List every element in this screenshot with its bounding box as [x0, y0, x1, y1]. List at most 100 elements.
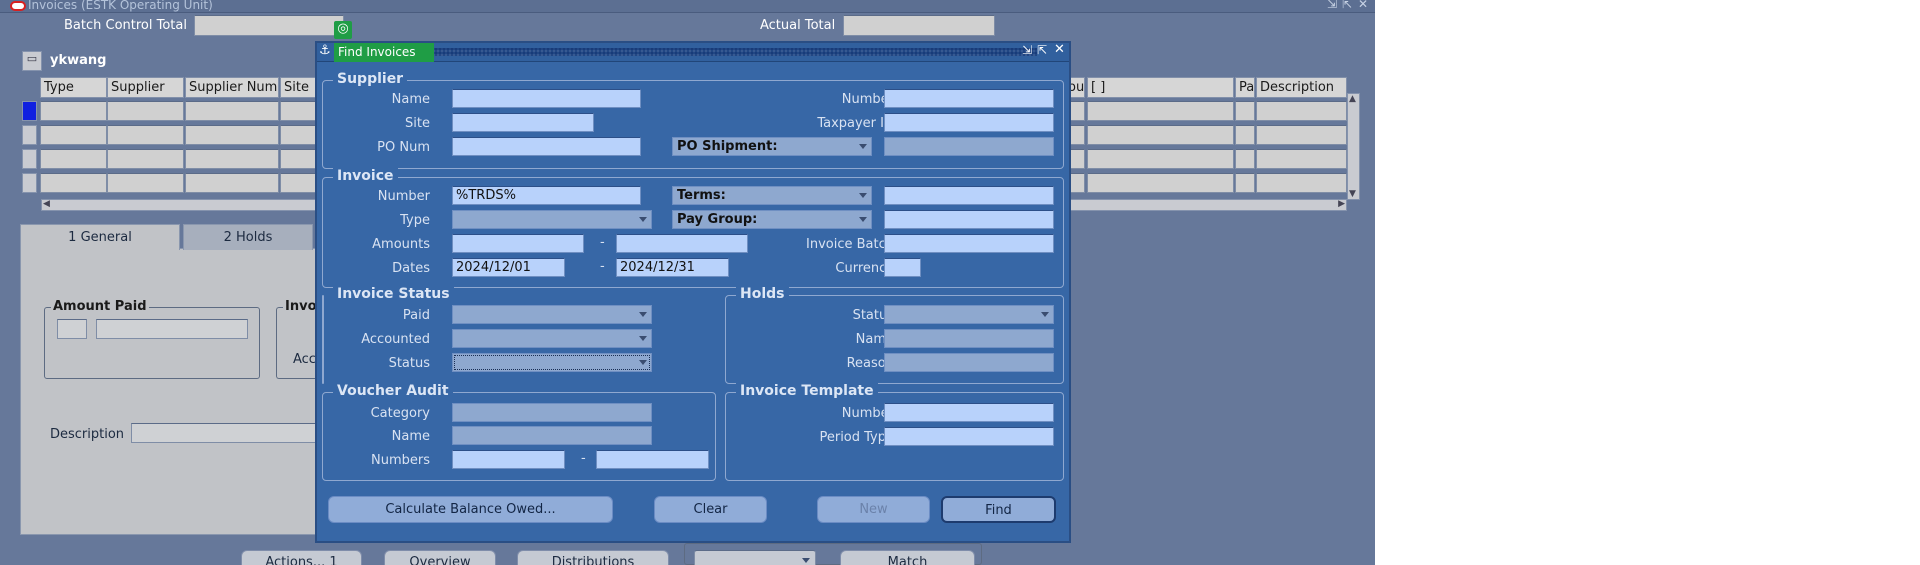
date-from-field[interactable]: 2024/12/01	[452, 258, 565, 277]
row-selector[interactable]	[22, 125, 37, 145]
tab-holds[interactable]: 2 Holds	[183, 224, 313, 250]
period-type-field[interactable]	[884, 427, 1054, 446]
table-cell[interactable]	[107, 101, 184, 121]
dialog-titlebar[interactable]: ⚓ Find Invoices ⇲ ⇱ ✕	[317, 42, 1069, 62]
table-cell[interactable]	[1087, 125, 1234, 145]
table-cell[interactable]	[1256, 101, 1347, 121]
maximize-icon[interactable]: ⇱	[1342, 0, 1352, 11]
folder-icon[interactable]: ▭	[22, 51, 42, 71]
dialog-maximize-icon[interactable]: ⇱	[1037, 43, 1047, 57]
holds-name-field[interactable]	[884, 329, 1054, 348]
invoice-template-group-title: Invoice Template	[736, 383, 878, 399]
table-cell[interactable]	[185, 173, 279, 193]
supplier-name-field[interactable]	[452, 89, 641, 108]
tab-general[interactable]: 1 General	[20, 224, 180, 250]
table-cell[interactable]	[1256, 173, 1347, 193]
amount-from-field[interactable]	[452, 234, 584, 253]
invoice-status-select[interactable]	[452, 353, 652, 372]
table-cell[interactable]	[1235, 173, 1255, 193]
table-cell[interactable]	[40, 173, 107, 193]
match-button[interactable]: Match	[840, 550, 975, 565]
terms-field[interactable]	[884, 186, 1054, 205]
accounted-select[interactable]	[452, 329, 652, 348]
table-cell[interactable]	[107, 173, 184, 193]
amount-paid-currency[interactable]	[57, 319, 87, 339]
actions-button[interactable]: Actions... 1	[241, 550, 362, 565]
amount-paid-field[interactable]	[96, 319, 248, 339]
currency-field[interactable]	[884, 258, 921, 277]
calculate-balance-button[interactable]: Calculate Balance Owed...	[328, 496, 613, 523]
table-cell[interactable]	[280, 101, 316, 121]
pay-group-select[interactable]: Pay Group:	[672, 210, 872, 229]
chevron-down-icon	[859, 193, 867, 198]
taxpayer-id-field[interactable]	[884, 113, 1054, 132]
supplier-site-field[interactable]	[452, 113, 594, 132]
table-cell[interactable]	[1256, 149, 1347, 169]
find-invoices-dialog: ⚓ Find Invoices ⇲ ⇱ ✕ ◎ Supplier Name Si…	[315, 21, 1071, 543]
table-cell[interactable]	[280, 149, 316, 169]
vertical-scrollbar[interactable]: ▲ ▼	[1347, 93, 1360, 200]
paid-select[interactable]	[452, 305, 652, 324]
terms-select[interactable]: Terms:	[672, 186, 872, 205]
match-select[interactable]	[694, 550, 816, 565]
po-num-field[interactable]	[452, 137, 641, 156]
scroll-right-icon[interactable]: ▶	[1338, 199, 1345, 209]
row-selector[interactable]	[22, 149, 37, 169]
batch-control-total-field[interactable]	[194, 15, 344, 36]
numbers-to-field[interactable]	[596, 450, 709, 469]
amount-to-field[interactable]	[616, 234, 748, 253]
row-selector[interactable]	[22, 173, 37, 193]
numbers-from-field[interactable]	[452, 450, 565, 469]
table-cell[interactable]	[280, 173, 316, 193]
pay-group-field[interactable]	[884, 210, 1054, 229]
clear-button[interactable]: Clear	[654, 496, 767, 523]
table-cell[interactable]	[185, 101, 279, 121]
invoice-type-select[interactable]	[452, 210, 652, 229]
minimize-icon[interactable]: ⇲	[1327, 0, 1337, 11]
supplier-number-field[interactable]	[884, 89, 1054, 108]
table-cell[interactable]	[280, 125, 316, 145]
holds-name-label: Name	[855, 332, 894, 347]
invoice-batch-field[interactable]	[884, 234, 1054, 253]
overview-button[interactable]: Overview	[384, 550, 496, 565]
table-cell[interactable]	[1235, 101, 1255, 121]
table-cell[interactable]	[1256, 125, 1347, 145]
table-cell[interactable]	[1087, 173, 1234, 193]
holds-status-select[interactable]	[884, 305, 1054, 324]
dates-label: Dates	[392, 261, 430, 276]
actual-total-field[interactable]	[843, 15, 995, 36]
table-cell[interactable]	[40, 101, 107, 121]
close-icon[interactable]: ✕	[1358, 0, 1368, 11]
scroll-down-icon[interactable]: ▼	[1349, 189, 1356, 199]
template-number-field[interactable]	[884, 403, 1054, 422]
table-cell[interactable]	[1235, 149, 1255, 169]
invoice-number-field[interactable]: %TRDS%	[452, 186, 641, 205]
table-cell[interactable]	[185, 125, 279, 145]
row-selector[interactable]	[22, 101, 37, 121]
table-cell[interactable]	[107, 125, 184, 145]
find-button[interactable]: Find	[941, 496, 1056, 523]
table-cell[interactable]	[1235, 125, 1255, 145]
new-button[interactable]: New	[817, 496, 930, 523]
category-field[interactable]	[452, 403, 652, 422]
date-to-field[interactable]: 2024/12/31	[616, 258, 729, 277]
scroll-up-icon[interactable]: ▲	[1349, 94, 1356, 104]
dialog-minimize-icon[interactable]: ⇲	[1022, 43, 1032, 57]
distributions-button[interactable]: Distributions	[517, 550, 669, 565]
table-cell[interactable]	[40, 149, 107, 169]
description-field[interactable]	[131, 423, 320, 443]
dialog-close-icon[interactable]: ✕	[1054, 42, 1065, 57]
po-shipment-field[interactable]	[884, 137, 1054, 156]
table-cell[interactable]	[1087, 149, 1234, 169]
holds-reason-field[interactable]	[884, 353, 1054, 372]
voucher-name-field[interactable]	[452, 426, 652, 445]
scroll-left-icon[interactable]: ◀	[43, 199, 50, 209]
taxpayer-id-label: Taxpayer ID	[817, 116, 894, 131]
table-cell[interactable]	[40, 125, 107, 145]
table-cell[interactable]	[1087, 101, 1234, 121]
po-shipment-select[interactable]: PO Shipment:	[672, 137, 872, 156]
column-header-description: Description	[1256, 77, 1347, 98]
table-cell[interactable]	[185, 149, 279, 169]
table-cell[interactable]	[107, 149, 184, 169]
dialog-title: Find Invoices	[334, 43, 434, 62]
